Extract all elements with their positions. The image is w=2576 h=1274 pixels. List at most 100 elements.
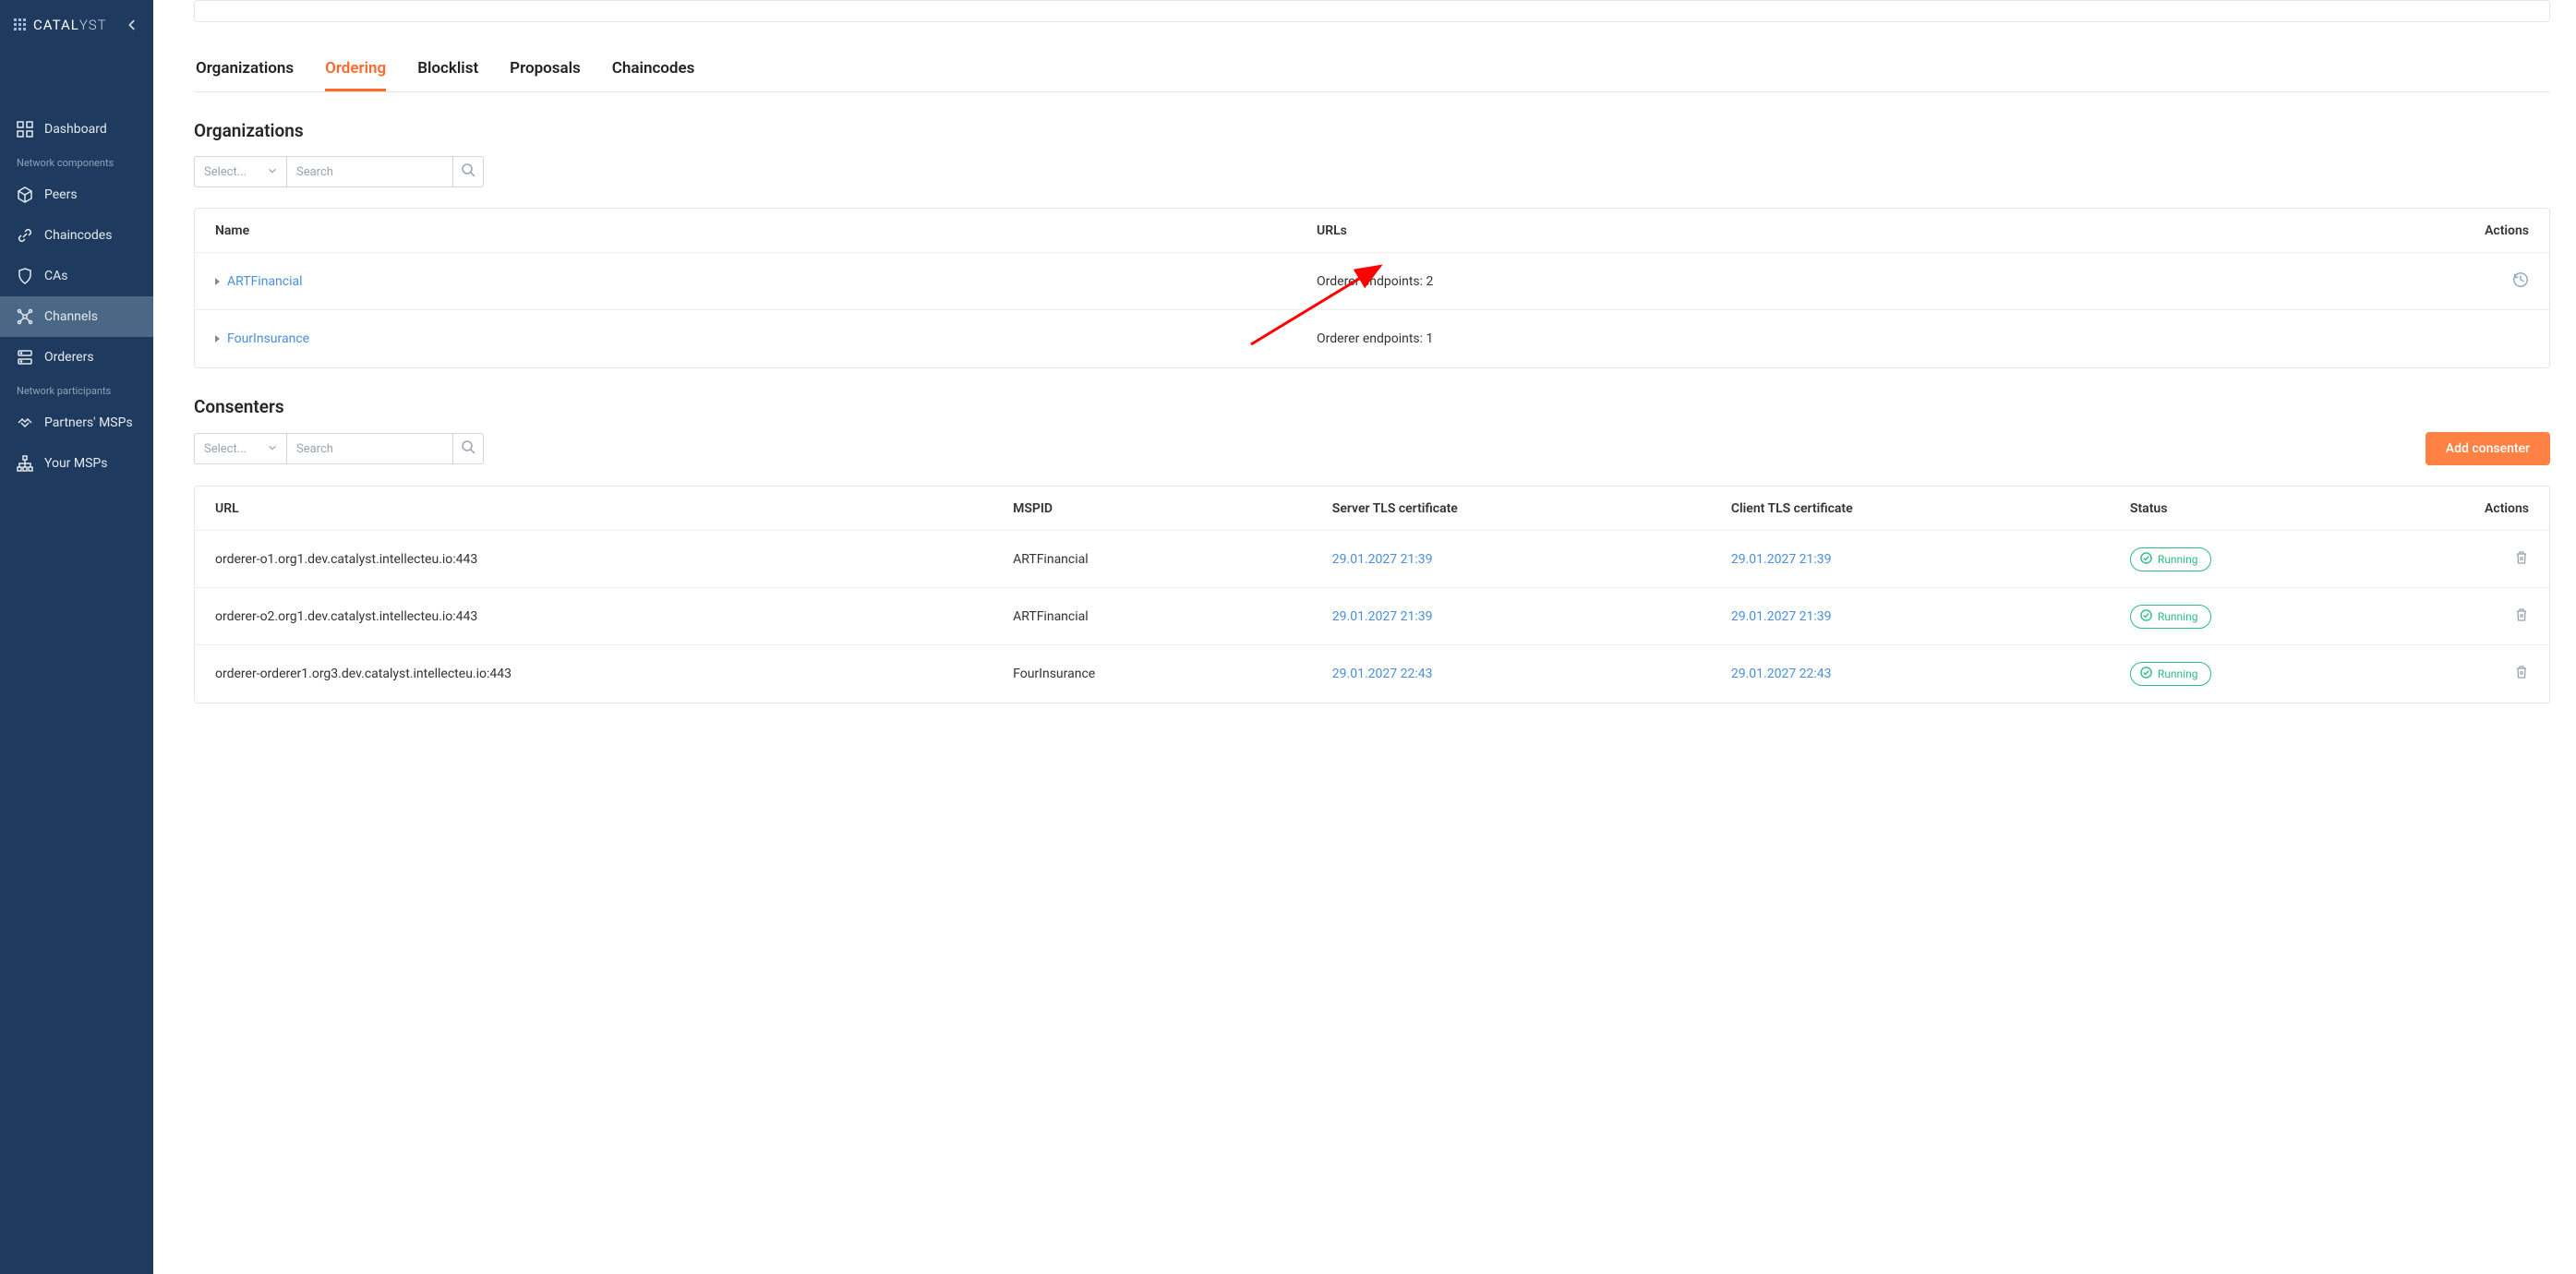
select-placeholder: Select... <box>204 165 247 179</box>
org-search-input[interactable] <box>286 156 452 187</box>
status-badge: Running <box>2130 547 2212 571</box>
nav-peers[interactable]: Peers <box>0 174 153 215</box>
nav-dashboard[interactable]: Dashboard <box>0 109 153 150</box>
cons-table-header: URL MSPID Server TLS certificate Client … <box>195 487 2549 531</box>
sidebar-spacer <box>0 50 153 109</box>
organizations-heading: Organizations <box>194 120 2550 141</box>
status-badge: Running <box>2130 662 2212 686</box>
cons-server-tls[interactable]: 29.01.2027 21:39 <box>1332 609 1731 624</box>
cons-server-tls[interactable]: 29.01.2027 21:39 <box>1332 552 1731 567</box>
tab-chaincodes[interactable]: Chaincodes <box>612 54 695 91</box>
nav-channels[interactable]: Channels <box>0 296 153 337</box>
org-name-text: ARTFinancial <box>227 274 303 289</box>
brand-logo-icon <box>13 18 28 32</box>
organizations-table: Name URLs Actions ARTFinancial Orderer e… <box>194 208 2550 368</box>
col-client-tls: Client TLS certificate <box>1731 501 2130 516</box>
cons-actions-cell <box>2409 607 2529 626</box>
col-actions: Actions <box>2418 223 2529 238</box>
cons-actions-cell <box>2409 665 2529 683</box>
cons-client-tls[interactable]: 29.01.2027 22:43 <box>1731 667 2130 681</box>
tab-proposals[interactable]: Proposals <box>510 54 581 91</box>
top-panel <box>194 0 2550 22</box>
cons-server-tls[interactable]: 29.01.2027 22:43 <box>1332 667 1731 681</box>
tab-organizations[interactable]: Organizations <box>196 54 294 91</box>
cons-status-cell: Running <box>2130 662 2409 686</box>
nav-your-msps[interactable]: Your MSPs <box>0 443 153 484</box>
check-circle-icon <box>2140 609 2152 624</box>
select-placeholder: Select... <box>204 442 247 456</box>
tab-ordering[interactable]: Ordering <box>325 54 386 91</box>
nav-partners-msps[interactable]: Partners' MSPs <box>0 403 153 443</box>
nav-orderers[interactable]: Orderers <box>0 337 153 378</box>
search-icon <box>461 439 475 458</box>
org-icon <box>17 455 33 472</box>
dashboard-icon <box>17 121 33 138</box>
org-search-button[interactable] <box>452 156 484 187</box>
org-table-row: ARTFinancial Orderer endpoints: 2 <box>195 253 2549 310</box>
cons-search-input[interactable] <box>286 433 452 464</box>
caret-right-icon <box>215 278 220 285</box>
org-name-text: FourInsurance <box>227 331 309 346</box>
col-url: URL <box>215 501 1013 516</box>
chevron-down-icon <box>268 165 277 179</box>
status-text: Running <box>2158 553 2198 566</box>
cons-actions-cell <box>2409 550 2529 569</box>
col-urls: URLs <box>1317 223 2418 238</box>
cons-search-button[interactable] <box>452 433 484 464</box>
cons-table-row: orderer-orderer1.org3.dev.catalyst.intel… <box>195 645 2549 703</box>
cons-client-tls[interactable]: 29.01.2027 21:39 <box>1731 552 2130 567</box>
main-content: Organizations Ordering Blocklist Proposa… <box>153 0 2576 1274</box>
cons-url: orderer-orderer1.org3.dev.catalyst.intel… <box>215 667 1013 681</box>
status-badge: Running <box>2130 605 2212 629</box>
chevron-down-icon <box>268 442 277 456</box>
org-filter-select[interactable]: Select... <box>194 156 286 187</box>
cons-client-tls[interactable]: 29.01.2027 21:39 <box>1731 609 2130 624</box>
nav-section-participants: Network participants <box>0 378 153 403</box>
cons-url: orderer-o1.org1.dev.catalyst.intellecteu… <box>215 552 1013 567</box>
sidebar-collapse-button[interactable] <box>124 17 140 33</box>
sidebar-header: CATALYST <box>0 0 153 50</box>
trash-icon[interactable] <box>2514 550 2529 565</box>
consenters-filter: Select... <box>194 433 484 464</box>
trash-icon[interactable] <box>2514 665 2529 679</box>
col-status: Status <box>2130 501 2409 516</box>
sidebar: CATALYST Dashboard Network components Pe… <box>0 0 153 1274</box>
col-server-tls: Server TLS certificate <box>1332 501 1731 516</box>
org-urls-cell: Orderer endpoints: 1 <box>1317 331 2418 346</box>
tabs: Organizations Ordering Blocklist Proposa… <box>194 54 2550 92</box>
col-mspid: MSPID <box>1013 501 1332 516</box>
status-text: Running <box>2158 610 2198 623</box>
check-circle-icon <box>2140 667 2152 681</box>
tab-blocklist[interactable]: Blocklist <box>417 54 478 91</box>
shield-icon <box>17 268 33 284</box>
channels-icon <box>17 308 33 325</box>
view-history-icon[interactable] <box>2512 271 2529 288</box>
add-consenter-button[interactable]: Add consenter <box>2426 432 2550 465</box>
cons-filter-select[interactable]: Select... <box>194 433 286 464</box>
col-actions: Actions <box>2409 501 2529 516</box>
org-table-header: Name URLs Actions <box>195 209 2549 253</box>
cons-status-cell: Running <box>2130 605 2409 629</box>
search-icon <box>461 162 475 181</box>
cons-mspid: ARTFinancial <box>1013 609 1332 624</box>
nav-label: Orderers <box>44 350 94 365</box>
org-name-cell[interactable]: ARTFinancial <box>215 274 1317 289</box>
brand-prefix: CATAL <box>33 17 79 33</box>
nav-label: Peers <box>44 187 78 202</box>
nav-chaincodes[interactable]: Chaincodes <box>0 215 153 256</box>
consenters-bar: Select... Add consenter <box>194 432 2550 465</box>
nav-label: Channels <box>44 309 98 324</box>
org-name-cell[interactable]: FourInsurance <box>215 331 1317 346</box>
server-icon <box>17 349 33 366</box>
cube-icon <box>17 186 33 203</box>
trash-icon[interactable] <box>2514 607 2529 622</box>
status-text: Running <box>2158 667 2198 680</box>
cons-status-cell: Running <box>2130 547 2409 571</box>
nav-label: CAs <box>44 269 67 283</box>
brand-suffix: YST <box>79 17 107 33</box>
nav-label: Dashboard <box>44 122 107 137</box>
org-urls-cell: Orderer endpoints: 2 <box>1317 274 2418 289</box>
col-name: Name <box>215 223 1317 238</box>
cons-mspid: FourInsurance <box>1013 667 1332 681</box>
nav-cas[interactable]: CAs <box>0 256 153 296</box>
